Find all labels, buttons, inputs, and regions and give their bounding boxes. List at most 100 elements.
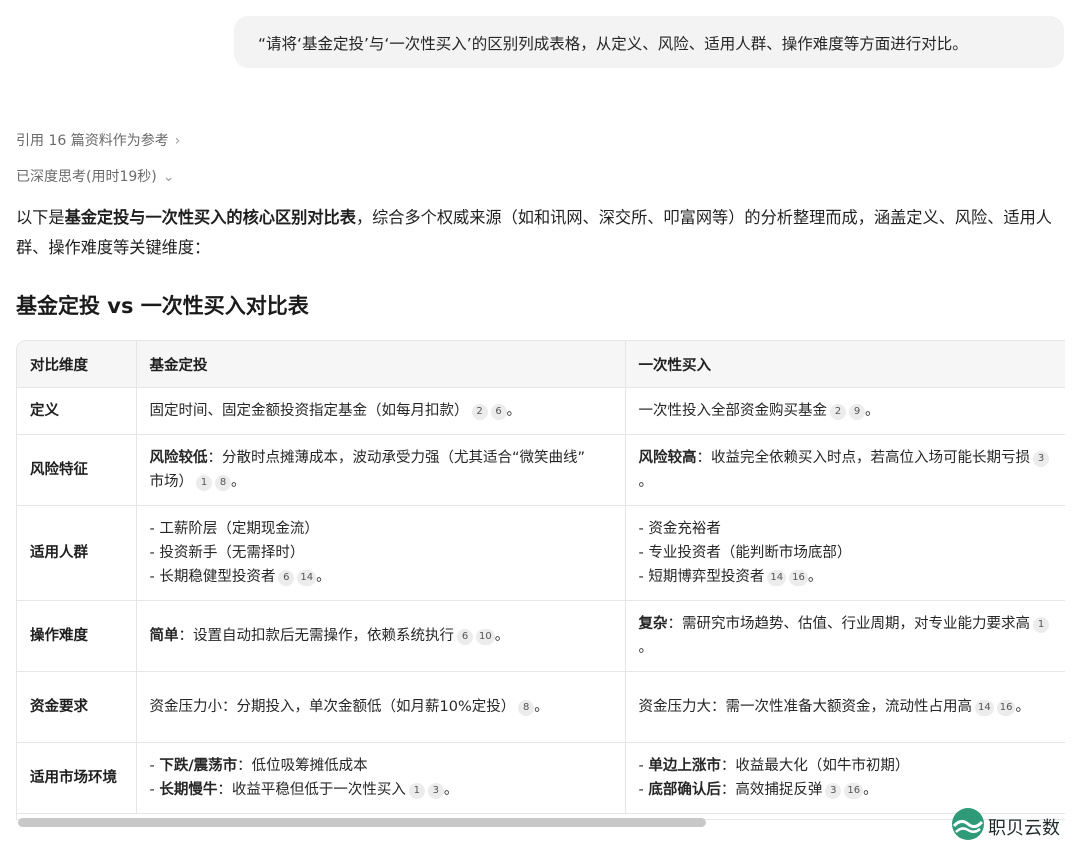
line-bold: 风险较高 [638, 450, 697, 466]
line-text: 资金压力大：需一次性准备大额资金，流动性占用高 [638, 699, 973, 715]
citation-badge[interactable]: 6 [490, 404, 507, 420]
citation-badge[interactable]: 14 [297, 570, 317, 586]
references-toggle[interactable]: 引用 16 篇资料作为参考 › [16, 130, 180, 150]
citation-badge[interactable]: 16 [844, 783, 864, 799]
horizontal-scrollbar[interactable] [18, 818, 706, 827]
citation-badge[interactable]: 14 [975, 700, 994, 716]
citation-badge[interactable]: 14 [767, 570, 787, 586]
cell-line: - 资金充裕者 [639, 517, 1066, 541]
thinking-label: 已深度思考(用时19秒) [16, 169, 157, 185]
citation-badge[interactable]: 3 [427, 783, 444, 799]
citation-badge[interactable]: 16 [789, 570, 808, 586]
cell-line: - 下跌/震荡市：低位吸筹摊低成本 [150, 754, 612, 778]
citation-badge[interactable]: 1 [196, 475, 212, 491]
line-text: - 长期稳健型投资者 [149, 569, 276, 585]
line-end: 。 [494, 628, 510, 644]
row-dimension: 资金要求 [17, 671, 137, 743]
section-heading: 基金定投 vs 一次性买入对比表 [16, 294, 309, 318]
citation-badge[interactable]: 1 [408, 783, 425, 799]
line-text: - 投资新手（无需择时） [149, 545, 305, 561]
line-end: 。 [1015, 699, 1030, 715]
line-end: 。 [534, 699, 549, 715]
table-row: 适用市场环境 - 下跌/震荡市：低位吸筹摊低成本 - 长期慢牛：收益平稳但低于一次性… [17, 742, 1066, 814]
cell-line: 市场） 1 8。 [150, 470, 612, 494]
citation-badge[interactable]: 3 [825, 783, 842, 799]
citation-badge[interactable]: 1 [1033, 617, 1049, 633]
citation-badge[interactable]: 3 [1033, 451, 1049, 467]
watermark-text: 职贝云数 [988, 818, 1060, 839]
cell-line: 复杂：需研究市场趋势、估值、行业周期，对专业能力要求高 1 [639, 612, 1066, 636]
cell-line: 风险较低：分散时点摊薄成本，波动承受力强（尤其适合“微笑曲线” [150, 446, 612, 470]
intro-bold: 基金定投与一次性买入的核心区别对比表 [64, 208, 356, 227]
citation-badge[interactable]: 8 [518, 700, 535, 716]
chevron-down-icon: ⌄ [162, 169, 175, 185]
line-end: 。 [865, 403, 880, 419]
table-row: 资金要求 资金压力小：分期投入，单次金额低（如月薪10%定投） 8。资金压力大：需一… [17, 671, 1066, 743]
line-text: ：收益完全依赖买入时点，若高位入场可能长期亏损 [696, 450, 1031, 466]
line-text: 固定时间、固定金额投资指定基金（如每月扣款） [149, 403, 469, 419]
cell-lump-sum: 复杂：需研究市场趋势、估值、行业周期，对专业能力要求高 1 。 [625, 600, 1066, 672]
citation-badge[interactable]: 10 [476, 629, 495, 645]
line-text: ：收益平稳但低于一次性买入 [217, 782, 406, 798]
cell-lump-sum: 一次性投入全部资金购买基金 2 9。 [625, 387, 1065, 435]
line-lead: - [638, 758, 649, 774]
cell-dca: 固定时间、固定金额投资指定基金（如每月扣款） 2 6。 [136, 387, 626, 435]
cell-dca: 风险较低：分散时点摊薄成本，波动承受力强（尤其适合“微笑曲线” 市场） 1 8。 [136, 434, 626, 506]
cell-line: - 投资新手（无需择时） [150, 541, 612, 565]
citation-badge[interactable]: 6 [457, 629, 473, 645]
line-text: 。 [638, 640, 654, 656]
table-row: 定义 固定时间、固定金额投资指定基金（如每月扣款） 2 6。一次性投入全部资金购买基金… [17, 387, 1065, 435]
line-bold: 底部确认后 [648, 782, 721, 798]
line-bold: 长期慢牛 [159, 782, 218, 798]
line-bold: 单边上涨市 [648, 758, 721, 774]
thinking-toggle[interactable]: 已深度思考(用时19秒) ⌄ [16, 166, 174, 186]
cell-dca: - 下跌/震荡市：低位吸筹摊低成本 - 长期慢牛：收益平稳但低于一次性买入 1 3。 [136, 742, 626, 814]
cell-lump-sum: 风险较高：收益完全依赖买入时点，若高位入场可能长期亏损 3 。 [625, 434, 1066, 506]
header-dimension: 对比维度 [17, 341, 137, 388]
citation-badge[interactable]: 2 [471, 404, 488, 420]
citation-badge[interactable]: 8 [215, 475, 231, 491]
cell-lump-sum: 资金压力大：需一次性准备大额资金，流动性占用高 14 16。 [625, 671, 1066, 743]
line-text: ：高效捕捉反弹 [720, 782, 823, 798]
header-lump-sum: 一次性买入 [625, 341, 1065, 388]
line-text: 一次性投入全部资金购买基金 [638, 403, 828, 419]
intro-paragraph: 以下是基金定投与一次性买入的核心区别对比表，综合多个权威来源（如和讯网、深交所、… [16, 203, 1064, 263]
cell-line: - 单边上涨市：收益最大化（如牛市初期） [639, 754, 1066, 778]
user-message-text: “请将‘基金定投’与‘一次性买入’的区别列成表格，从定义、风险、适用人群、操作难… [258, 35, 968, 53]
cell-line: 风险较高：收益完全依赖买入时点，若高位入场可能长期亏损 3 [639, 446, 1066, 470]
table-row: 适用人群 - 工薪阶层（定期现金流） - 投资新手（无需择时） - 长期稳健型投资者 6… [17, 505, 1066, 601]
line-lead: - [149, 758, 160, 774]
line-text: - 短期博弈型投资者 [638, 569, 765, 585]
citation-badge[interactable]: 9 [849, 404, 865, 420]
user-message-bubble: “请将‘基金定投’与‘一次性买入’的区别列成表格，从定义、风险、适用人群、操作难… [234, 16, 1064, 68]
citation-badge[interactable]: 2 [830, 404, 846, 420]
citation-badge[interactable]: 6 [278, 570, 295, 586]
cell-lump-sum: - 资金充裕者 - 专业投资者（能判断市场底部） - 短期博弈型投资者 14 16。 [625, 505, 1066, 601]
citation-badge[interactable]: 16 [996, 700, 1016, 716]
table-header-row: 对比维度 基金定投 一次性买入 [17, 341, 1065, 388]
chevron-right-icon: › [174, 133, 181, 149]
cell-dca: 资金压力小：分期投入，单次金额低（如月薪10%定投） 8。 [136, 671, 626, 743]
line-text: - 工薪阶层（定期现金流） [149, 521, 319, 537]
cell-line: 。 [639, 470, 1066, 494]
cell-line: 资金压力小：分期投入，单次金额低（如月薪10%定投） 8。 [150, 695, 612, 719]
comparison-table-container[interactable]: 对比维度 基金定投 一次性买入 定义 固定时间、固定金额投资指定基金（如每月扣款）… [16, 340, 1065, 820]
table-row: 风险特征 风险较低：分散时点摊薄成本，波动承受力强（尤其适合“微笑曲线” 市场） 1 8… [17, 434, 1066, 506]
line-end: 。 [443, 782, 459, 798]
row-dimension: 定义 [17, 387, 137, 435]
line-text: - 资金充裕者 [638, 521, 721, 537]
cell-line: - 工薪阶层（定期现金流） [150, 517, 612, 541]
intro-prefix: 以下是 [16, 208, 65, 227]
line-bold: 风险较低 [149, 450, 208, 466]
line-end: 。 [231, 474, 246, 490]
cell-line: - 专业投资者（能判断市场底部） [639, 541, 1066, 565]
table-row: 操作难度 简单：设置自动扣款后无需操作，依赖系统执行 6 10。复杂：需研究市场趋势、… [17, 600, 1066, 672]
line-text: ：设置自动扣款后无需操作，依赖系统执行 [178, 628, 455, 644]
line-text: 资金压力小：分期投入，单次金额低（如月薪10%定投） [149, 699, 516, 715]
cell-dca: 简单：设置自动扣款后无需操作，依赖系统执行 6 10。 [136, 600, 626, 672]
cell-line: 资金压力大：需一次性准备大额资金，流动性占用高 14 16。 [639, 695, 1066, 719]
cell-dca: - 工薪阶层（定期现金流） - 投资新手（无需择时） - 长期稳健型投资者 6 14。 [136, 505, 626, 601]
line-text: 。 [638, 474, 654, 490]
row-dimension: 适用人群 [17, 505, 137, 601]
line-lead: - [638, 782, 649, 798]
